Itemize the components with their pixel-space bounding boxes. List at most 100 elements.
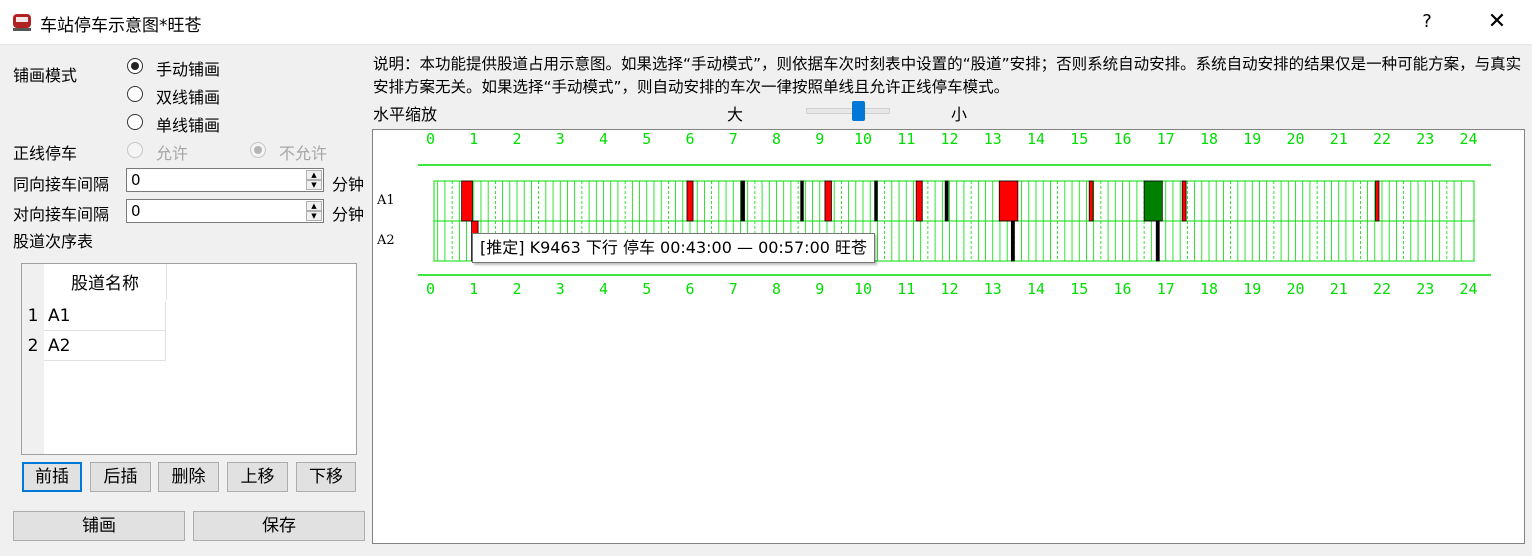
hour-label-top: 20 [1286,130,1304,148]
spin-up-icon[interactable]: ▲ [306,201,322,211]
track-name-column-header[interactable]: 股道名称 [44,264,167,300]
occupancy-block [686,180,694,222]
zoom-slider-thumb[interactable] [852,101,865,121]
hour-label-top: 18 [1200,130,1218,148]
same-direction-unit: 分钟 [332,175,365,194]
close-button[interactable]: ✕ [1482,8,1512,36]
hour-label-top: 19 [1243,130,1261,148]
hour-label-bottom: 12 [940,280,958,298]
hour-label-top: 24 [1459,130,1477,148]
hour-label-bottom: 3 [556,280,565,298]
move-down-button[interactable]: 下移 [296,462,356,492]
hour-label-bottom: 6 [685,280,694,298]
occupancy-block [998,180,1019,222]
occupancy-block [915,180,923,222]
manual-draw-radio[interactable] [127,58,143,74]
hour-label-top: 21 [1330,130,1348,148]
occupancy-chart-svg: 0011223344556677889910101111121213131414… [376,130,1491,298]
mainline-allow-radio[interactable] [127,142,143,158]
occupancy-block [874,180,878,222]
hour-label-top: 3 [556,130,565,148]
track-order-table-label: 股道次序表 [13,232,94,251]
description-text: 说明：本功能提供股道占用示意图。如果选择“手动模式”，则依据车次时刻表中设置的“… [373,55,1522,96]
table-cell-track-name[interactable]: A2 [44,331,166,361]
occupancy-block [944,180,949,222]
opposite-direction-interval-value: 0 [131,202,141,220]
hour-label-bottom: 14 [1027,280,1045,298]
hour-label-top: 23 [1416,130,1434,148]
hour-label-bottom: 1 [469,280,478,298]
hour-label-bottom: 21 [1330,280,1348,298]
zoom-small-label: 小 [951,105,968,124]
double-line-radio[interactable] [127,86,143,102]
hour-label-bottom: 4 [599,280,608,298]
hour-label-top: 6 [685,130,694,148]
hour-label-top: 15 [1070,130,1088,148]
opposite-direction-interval-label: 对向接车间隔 [13,205,110,224]
hour-label-bottom: 9 [815,280,824,298]
hour-label-top: 16 [1113,130,1131,148]
window-title: 车站停车示意图*旺苍 [40,16,202,36]
row-number[interactable]: 2 [22,331,44,361]
insert-before-button[interactable]: 前插 [22,462,82,492]
occupancy-block [1181,180,1187,222]
hour-label-bottom: 7 [729,280,738,298]
occupancy-block [1010,220,1015,262]
hour-label-top: 5 [642,130,651,148]
manual-draw-label: 手动铺画 [156,60,221,79]
same-direction-interval-spinbox[interactable]: 0 ▲ ▼ [126,168,324,192]
help-button[interactable]: ? [1412,8,1442,36]
insert-after-button[interactable]: 后插 [90,462,151,492]
save-button[interactable]: 保存 [193,511,365,541]
hour-label-bottom: 8 [772,280,781,298]
hour-label-bottom: 24 [1459,280,1477,298]
hour-label-bottom: 16 [1113,280,1131,298]
hour-label-top: 7 [729,130,738,148]
single-line-label: 单线铺画 [156,116,221,135]
hour-label-bottom: 5 [642,280,651,298]
table-cell-track-name[interactable]: A1 [44,301,166,331]
occupancy-block [461,180,473,222]
occupancy-block [1375,180,1380,222]
track-order-table[interactable]: 股道名称 1 A1 2 A2 [21,263,357,455]
hour-label-top: 2 [512,130,521,148]
hour-label-top: 22 [1373,130,1391,148]
hour-label-top: 14 [1027,130,1045,148]
opposite-direction-interval-spinbox[interactable]: 0 ▲ ▼ [126,199,324,223]
hour-label-top: 13 [984,130,1002,148]
hour-label-bottom: 15 [1070,280,1088,298]
draw-button[interactable]: 铺画 [13,511,185,541]
hour-label-top: 1 [469,130,478,148]
hour-label-bottom: 2 [512,280,521,298]
mainline-deny-label: 不允许 [279,144,328,163]
delete-button[interactable]: 删除 [158,462,219,492]
hour-label-bottom: 17 [1157,280,1175,298]
hour-label-bottom: 18 [1200,280,1218,298]
track-occupancy-chart[interactable]: 0 0 1 1 2 2 3 3 4 4 5 5 6 6 7 7 8 8 9 9 10 10 11 11 12 12 13 13 14 14… [372,129,1525,544]
spin-down-icon[interactable]: ▼ [306,180,322,190]
mainline-deny-radio[interactable] [250,142,266,158]
spin-down-icon[interactable]: ▼ [306,211,322,221]
hour-label-top: 12 [940,130,958,148]
move-up-button[interactable]: 上移 [227,462,288,492]
spin-up-icon[interactable]: ▲ [306,170,322,180]
hour-label-bottom: 10 [854,280,872,298]
same-direction-interval-value: 0 [131,171,141,189]
hour-label-bottom: 22 [1373,280,1391,298]
occupancy-block [824,180,832,222]
zoom-slider-track[interactable] [806,108,890,114]
occupancy-block [1143,180,1163,222]
same-direction-interval-label: 同向接车间隔 [13,175,110,194]
hour-label-bottom: 23 [1416,280,1434,298]
train-tooltip: [推定] K9463 下行 停车 00:43:00 — 00:57:00 旺苍 [472,233,876,263]
row-number[interactable]: 1 [22,301,44,331]
track-row-frame [433,180,1475,222]
opposite-direction-unit: 分钟 [332,205,365,224]
zoom-large-label: 大 [727,105,744,124]
hour-label-top: 9 [815,130,824,148]
track-label: A1 [376,193,395,208]
single-line-radio[interactable] [127,114,143,130]
hour-label-top: 17 [1157,130,1175,148]
hour-label-bottom: 13 [984,280,1002,298]
draw-mode-label: 铺画模式 [13,66,78,85]
